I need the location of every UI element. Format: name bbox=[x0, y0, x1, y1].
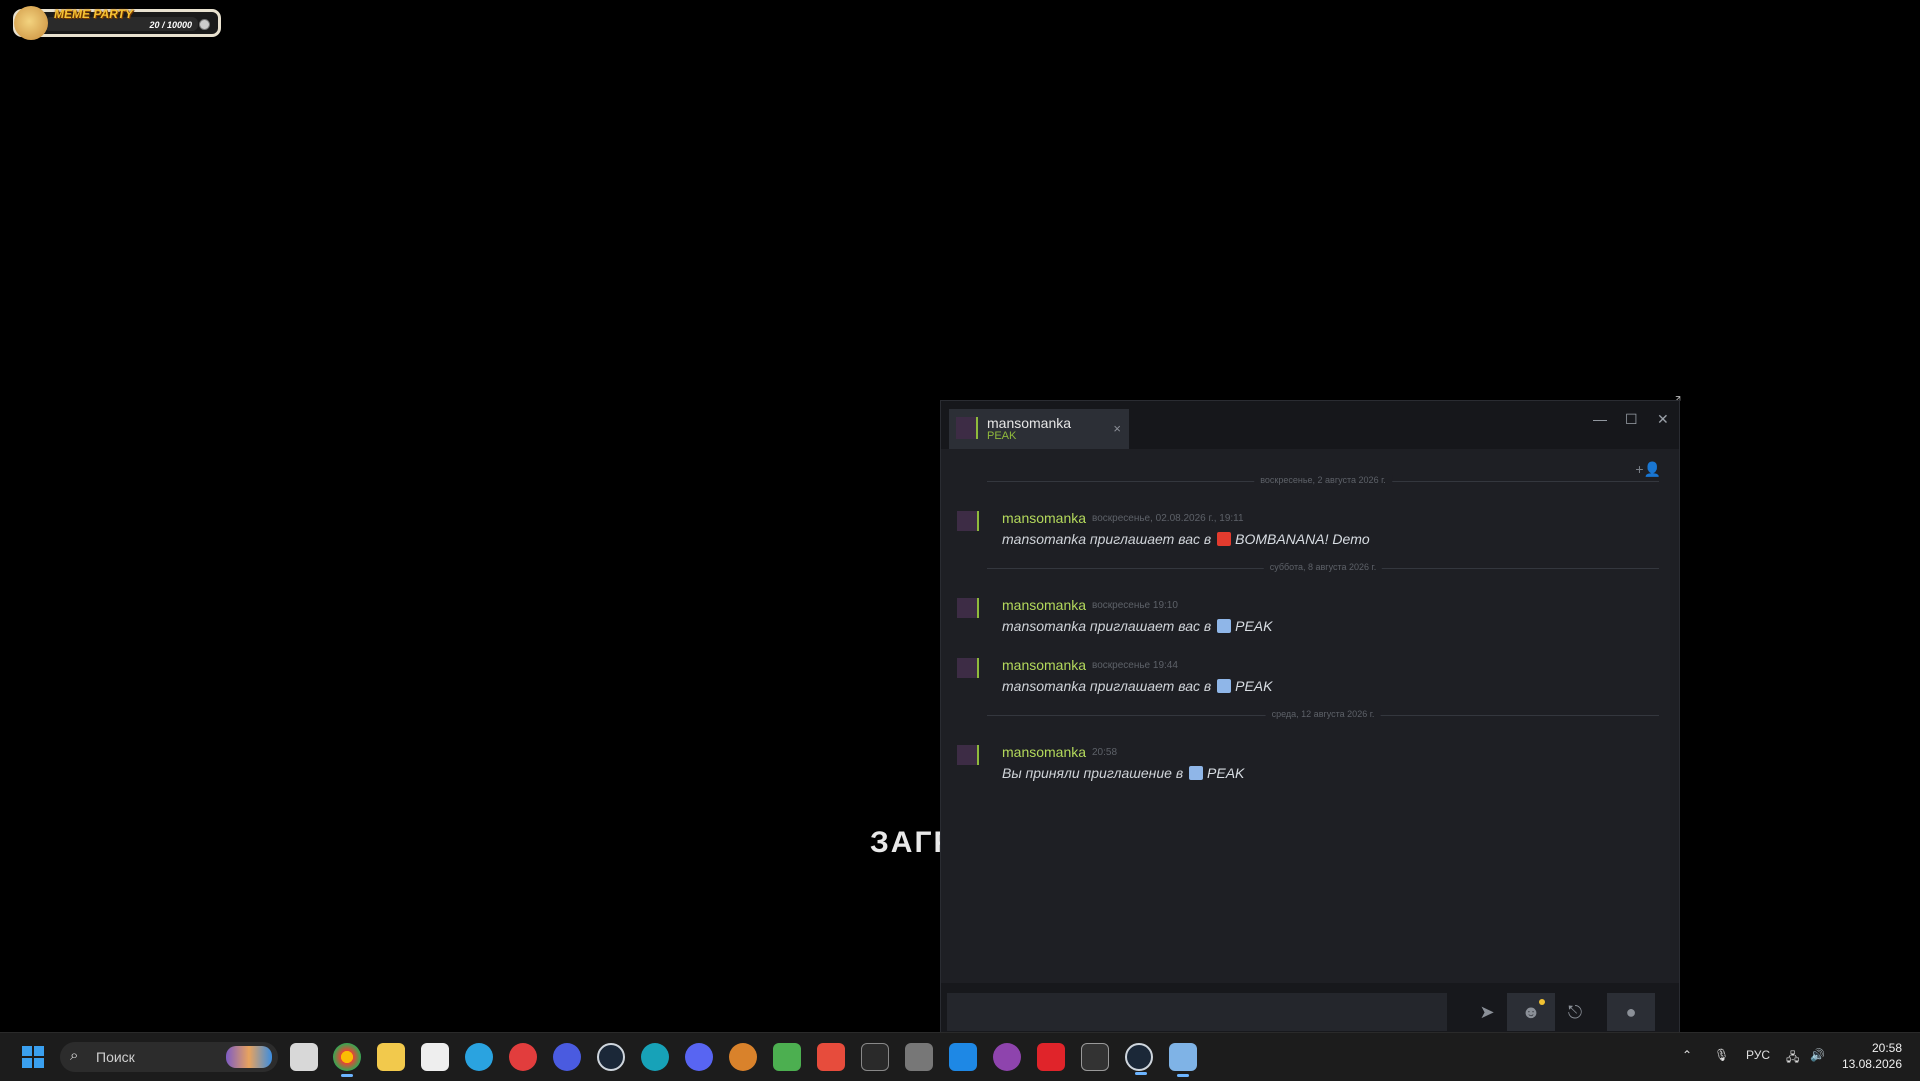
message-time: воскресенье 19:10 bbox=[1092, 600, 1178, 611]
terminal-icon[interactable] bbox=[1081, 1043, 1109, 1071]
message-text: Вы приняли приглашение в PEAK bbox=[1002, 765, 1244, 781]
game-link[interactable]: PEAK bbox=[1235, 618, 1272, 634]
meme-party-widget[interactable]: MEME PARTY 20 / 10000 bbox=[13, 6, 221, 40]
chat-message: mansomanka воскресенье 19:44 mansomanka … bbox=[955, 656, 1659, 700]
search-placeholder: Поиск bbox=[96, 1049, 135, 1065]
avatar bbox=[957, 658, 979, 678]
game-link[interactable]: PEAK bbox=[1207, 765, 1244, 781]
send-icon[interactable]: ➤ bbox=[1463, 993, 1511, 1031]
meme-party-count: 20 / 10000 bbox=[149, 20, 192, 30]
red-app-icon[interactable] bbox=[1037, 1043, 1065, 1071]
clock-time: 20:58 bbox=[1871, 1041, 1902, 1055]
windows-start-icon[interactable] bbox=[22, 1046, 44, 1068]
game-link[interactable]: PEAK bbox=[1235, 678, 1272, 694]
avatar bbox=[957, 745, 979, 765]
photos-icon[interactable] bbox=[905, 1043, 933, 1071]
game-link[interactable]: BOMBANANA! Demo bbox=[1235, 531, 1370, 547]
chevron-up-icon[interactable]: ⌃ bbox=[1682, 1048, 1692, 1062]
microphone-icon[interactable]: 🎙 bbox=[1714, 1048, 1729, 1062]
coin-icon bbox=[199, 19, 210, 30]
doge-icon bbox=[14, 6, 48, 40]
message-text: mansomanka приглашает вас в PEAK bbox=[1002, 678, 1272, 694]
spreadsheet-icon[interactable] bbox=[773, 1043, 801, 1071]
chat-tab-name: mansomanka bbox=[987, 415, 1072, 431]
chat-message: mansomanka воскресенье 19:10 mansomanka … bbox=[955, 596, 1659, 640]
steam-running-icon[interactable] bbox=[1125, 1043, 1153, 1075]
volume-icon[interactable]: 🔊 bbox=[1810, 1048, 1825, 1062]
date-label: суббота, 8 августа 2026 г. bbox=[1263, 562, 1383, 572]
avatar bbox=[956, 417, 978, 439]
language-indicator[interactable]: РУС bbox=[1746, 1048, 1770, 1062]
vscode-icon[interactable] bbox=[949, 1043, 977, 1071]
edge-icon[interactable] bbox=[641, 1043, 669, 1071]
message-text: mansomanka приглашает вас в BOMBANANA! D… bbox=[1002, 531, 1370, 547]
emoji-icon[interactable]: ☻ bbox=[1507, 993, 1555, 1031]
game-icon bbox=[1189, 766, 1204, 780]
close-icon[interactable]: ✕ bbox=[1657, 411, 1669, 428]
obs-icon[interactable] bbox=[729, 1043, 757, 1071]
message-author[interactable]: mansomanka bbox=[1002, 510, 1086, 526]
chat-message: mansomanka 20:58 Вы приняли приглашение … bbox=[955, 743, 1659, 787]
telegram-icon[interactable] bbox=[465, 1043, 493, 1071]
date-label: среда, 12 августа 2026 г. bbox=[1265, 709, 1381, 719]
network-icon[interactable]: 🖧 bbox=[1786, 1048, 1799, 1069]
task-view-icon[interactable] bbox=[290, 1043, 318, 1071]
date-separator: суббота, 8 августа 2026 г. bbox=[987, 562, 1659, 574]
voice-icon[interactable]: ● bbox=[1607, 993, 1655, 1031]
message-body: mansomanka приглашает вас в bbox=[1002, 531, 1212, 547]
message-author[interactable]: mansomanka bbox=[1002, 657, 1086, 673]
file-explorer-icon[interactable] bbox=[377, 1043, 405, 1071]
taskbar-search[interactable]: ⌕ Поиск bbox=[60, 1042, 278, 1072]
taskbar: ⌕ Поиск ⌃ 🎙 РУС 🖧 🔊 20:58 13.08.2026 bbox=[0, 1032, 1920, 1081]
game-icon bbox=[1217, 619, 1232, 633]
maximize-icon[interactable]: ☐ bbox=[1625, 411, 1638, 428]
clock[interactable]: 20:58 13.08.2026 bbox=[1842, 1040, 1902, 1072]
peak-game-icon[interactable] bbox=[1169, 1043, 1197, 1077]
meme-party-title: MEME PARTY bbox=[54, 7, 133, 21]
steam-icon[interactable] bbox=[597, 1043, 625, 1071]
message-text: mansomanka приглашает вас в PEAK bbox=[1002, 618, 1272, 634]
message-time: 20:58 bbox=[1092, 747, 1118, 758]
message-input-row: ➤ ☻ ⎋ ● bbox=[941, 983, 1679, 1033]
avatar bbox=[957, 511, 979, 531]
date-separator: воскресенье, 2 августа 2026 г. bbox=[987, 475, 1659, 487]
message-author[interactable]: mansomanka bbox=[1002, 597, 1086, 613]
chat-message: mansomanka воскресенье, 02.08.2026 г., 1… bbox=[955, 509, 1659, 553]
message-body: mansomanka приглашает вас в bbox=[1002, 678, 1212, 694]
game-icon bbox=[1217, 679, 1232, 693]
chat-window: mansomanka PEAK × — ☐ ✕ +👤 воскресенье, … bbox=[940, 400, 1680, 1033]
obsidian-icon[interactable] bbox=[993, 1043, 1021, 1071]
message-body: mansomanka приглашает вас в bbox=[1002, 618, 1212, 634]
date-label: воскресенье, 2 августа 2026 г. bbox=[1254, 475, 1392, 485]
game-icon bbox=[1217, 532, 1232, 546]
opera-gx-icon[interactable] bbox=[509, 1043, 537, 1071]
message-time: воскресенье 19:44 bbox=[1092, 660, 1178, 671]
search-icon: ⌕ bbox=[70, 1047, 79, 1064]
avatar bbox=[957, 598, 979, 618]
date-separator: среда, 12 августа 2026 г. bbox=[987, 709, 1659, 721]
chat-tab-game: PEAK bbox=[987, 430, 1017, 442]
chrome-icon[interactable] bbox=[333, 1043, 361, 1077]
chat-titlebar: mansomanka PEAK × — ☐ ✕ bbox=[941, 401, 1679, 449]
discord-icon[interactable] bbox=[685, 1043, 713, 1071]
message-time: воскресенье, 02.08.2026 г., 19:11 bbox=[1092, 513, 1244, 524]
message-input[interactable] bbox=[947, 993, 1447, 1031]
loading-text: ЗАГР bbox=[870, 826, 940, 859]
message-body: Вы приняли приглашение в bbox=[1002, 765, 1184, 781]
chat-tab[interactable]: mansomanka PEAK × bbox=[949, 409, 1129, 449]
app-icon[interactable] bbox=[553, 1043, 581, 1071]
notepad-icon[interactable] bbox=[421, 1043, 449, 1071]
notification-dot bbox=[1539, 999, 1545, 1005]
attach-icon[interactable]: ⎋ bbox=[1551, 993, 1599, 1031]
search-highlight-icon bbox=[226, 1046, 272, 1068]
minimize-icon[interactable]: — bbox=[1593, 411, 1607, 427]
close-tab-icon[interactable]: × bbox=[1113, 421, 1121, 436]
store-icon[interactable] bbox=[817, 1043, 845, 1071]
clock-date: 13.08.2026 bbox=[1841, 1057, 1902, 1071]
message-author[interactable]: mansomanka bbox=[1002, 744, 1086, 760]
epic-games-icon[interactable] bbox=[861, 1043, 889, 1071]
